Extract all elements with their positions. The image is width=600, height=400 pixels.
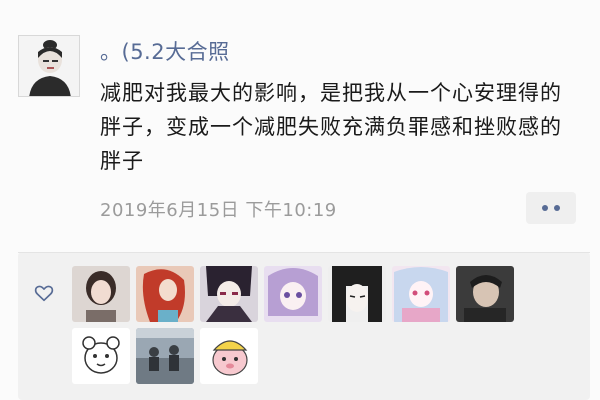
liker-avatar-3[interactable] (200, 266, 258, 322)
liker-avatar-2[interactable] (136, 266, 194, 322)
liker-avatar-10[interactable] (200, 328, 258, 384)
liker-avatar-6[interactable] (392, 266, 450, 322)
heart-outline-icon (34, 285, 54, 302)
liker-avatar-7[interactable] (456, 266, 514, 322)
author-avatar-image (19, 36, 79, 96)
post-text: 减肥对我最大的影响，是把我从一个心安理得的胖子，变成一个减肥失败充满负罪感和挫败… (100, 81, 562, 173)
more-dots-icon (542, 205, 548, 211)
liker-avatar-8[interactable] (72, 328, 130, 384)
liker-avatar-9[interactable] (136, 328, 194, 384)
more-actions-button[interactable] (526, 192, 576, 224)
author-avatar[interactable] (18, 35, 80, 97)
liker-avatar-5[interactable] (328, 266, 386, 322)
more-dots-icon-dot (554, 205, 560, 211)
liker-avatar-4[interactable] (264, 266, 322, 322)
author-name[interactable]: 。(5.2大合照 (100, 36, 230, 66)
liker-avatar-1[interactable] (72, 266, 130, 322)
moments-post: 。(5.2大合照 减肥对我最大的影响，是把我从一个心安理得的胖子，变成一个减肥失… (0, 0, 600, 400)
likes-panel (18, 252, 590, 400)
post-timestamp: 2019年6月15日 下午10:19 (100, 200, 337, 221)
